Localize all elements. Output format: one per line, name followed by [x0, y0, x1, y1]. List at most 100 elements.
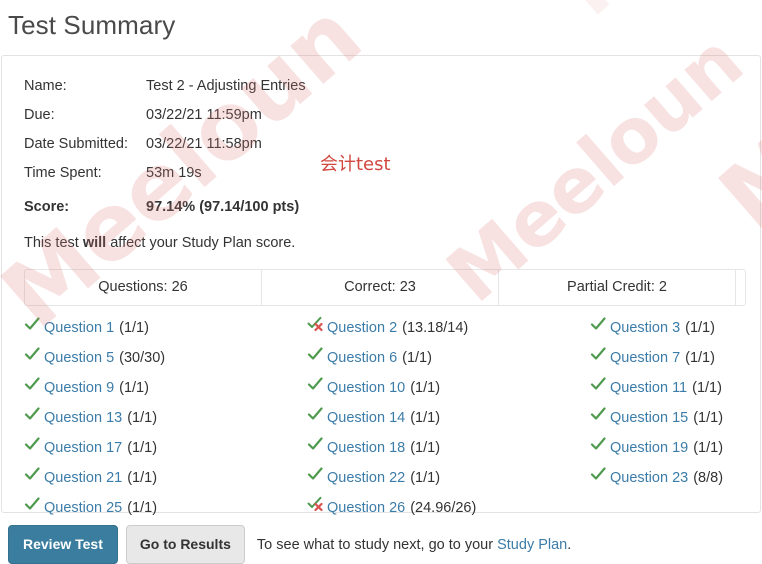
affect-prefix: This test: [24, 234, 83, 251]
question-column-3: Question 3 (1/1) Question 7 (1/1) Questi…: [590, 312, 746, 522]
question-link[interactable]: Question 19: [610, 440, 693, 456]
check-icon: [307, 437, 327, 452]
check-icon: [307, 347, 327, 362]
list-item: Question 18 (1/1): [307, 432, 590, 462]
question-link[interactable]: Question 10: [327, 380, 410, 396]
affect-suffix: affect your Study Plan score.: [106, 234, 296, 251]
summary-row-date-submitted: Date Submitted: 03/22/21 11:58pm: [24, 130, 306, 159]
check-icon: [24, 377, 44, 392]
partial-credit-icon: [307, 496, 327, 512]
check-icon: [307, 407, 327, 422]
stat-overflow: [736, 270, 745, 305]
question-link[interactable]: Question 2: [327, 320, 402, 336]
question-link[interactable]: Question 6: [327, 350, 402, 366]
question-link[interactable]: Question 3: [610, 320, 685, 336]
check-icon: [307, 377, 327, 392]
question-link[interactable]: Question 5: [44, 350, 119, 366]
footer-note: To see what to study next, go to your St…: [257, 537, 571, 553]
list-item: Question 1 (1/1): [24, 312, 307, 342]
summary-value: 03/22/21 11:58pm: [146, 136, 262, 153]
review-test-button[interactable]: Review Test: [8, 525, 118, 564]
list-item: Question 11 (1/1): [590, 372, 746, 402]
check-icon: [24, 407, 44, 422]
check-icon: [590, 407, 610, 422]
summary-row-score: Score: 97.14% (97.14/100 pts): [24, 189, 306, 222]
question-points: (1/1): [685, 349, 715, 366]
question-link[interactable]: Question 22: [327, 470, 410, 486]
question-points: (1/1): [127, 469, 158, 486]
question-points: (1/1): [402, 349, 432, 366]
check-icon: [307, 467, 327, 482]
question-link[interactable]: Question 15: [610, 410, 693, 426]
question-link[interactable]: Question 7: [610, 350, 685, 366]
summary-row-time-spent: Time Spent: 53m 19s: [24, 159, 306, 188]
page-title: Test Summary: [8, 10, 176, 40]
test-summary-page: Test Summary Name: Test 2 - Adjusting En…: [0, 0, 762, 564]
score-value: 97.14% (97.14/100 pts): [146, 198, 300, 215]
summary-value: 53m 19s: [146, 165, 202, 182]
check-icon: [590, 317, 610, 332]
question-points: (1/1): [685, 319, 715, 336]
list-item: Question 25 (1/1): [24, 492, 307, 522]
check-icon: [590, 377, 610, 392]
list-item: Question 21 (1/1): [24, 462, 307, 492]
check-icon: [24, 467, 44, 482]
partial-credit-icon: [307, 316, 327, 332]
question-points: (13.18/14): [402, 319, 469, 336]
summary-panel: Name: Test 2 - Adjusting Entries Due: 03…: [1, 55, 761, 516]
stat-questions: Questions: 26: [25, 269, 262, 305]
check-icon: [590, 467, 610, 482]
check-icon: [24, 497, 44, 512]
question-link[interactable]: Question 25: [44, 500, 127, 516]
question-points: (1/1): [693, 409, 724, 426]
question-link[interactable]: Question 26: [327, 500, 410, 516]
question-points: (30/30): [119, 349, 166, 366]
stat-partial-credit: Partial Credit: 2: [499, 269, 736, 305]
question-points: (24.96/26): [410, 499, 477, 516]
question-link[interactable]: Question 18: [327, 440, 410, 456]
check-icon: [24, 437, 44, 452]
question-points: (1/1): [410, 379, 441, 396]
go-to-results-button[interactable]: Go to Results: [125, 525, 245, 564]
list-item: Question 9 (1/1): [24, 372, 307, 402]
question-link[interactable]: Question 14: [327, 410, 410, 426]
stat-correct: Correct: 23: [262, 269, 499, 305]
question-points: (1/1): [410, 439, 441, 456]
summary-table: Name: Test 2 - Adjusting Entries Due: 03…: [24, 72, 306, 222]
list-item: Question 5 (30/30): [24, 342, 307, 372]
list-item: Question 15 (1/1): [590, 402, 746, 432]
list-item: Question 13 (1/1): [24, 402, 307, 432]
question-link[interactable]: Question 13: [44, 410, 127, 426]
question-points: (1/1): [119, 379, 149, 396]
question-points: (1/1): [127, 409, 158, 426]
footer-note-suffix: .: [567, 536, 572, 553]
list-item: Question 19 (1/1): [590, 432, 746, 462]
question-link[interactable]: Question 11: [610, 380, 692, 396]
summary-label: Time Spent:: [24, 165, 102, 182]
study-plan-link[interactable]: Study Plan: [497, 537, 567, 553]
question-link[interactable]: Question 9: [44, 380, 119, 396]
question-column-2: Question 2 (13.18/14) Question 6 (1/1) Q…: [307, 312, 590, 522]
question-points: (1/1): [410, 469, 441, 486]
check-icon: [24, 317, 44, 332]
list-item: Question 2 (13.18/14): [307, 312, 590, 342]
list-item: Question 26 (24.96/26): [307, 492, 590, 522]
question-link[interactable]: Question 21: [44, 470, 127, 486]
list-item: Question 10 (1/1): [307, 372, 590, 402]
question-link[interactable]: Question 17: [44, 440, 127, 456]
question-link[interactable]: Question 23: [610, 470, 693, 486]
list-item: Question 3 (1/1): [590, 312, 746, 342]
list-item: Question 23 (8/8): [590, 462, 746, 492]
summary-row-due: Due: 03/22/21 11:59pm: [24, 101, 306, 130]
check-icon: [590, 347, 610, 362]
list-item: Question 22 (1/1): [307, 462, 590, 492]
summary-row-name: Name: Test 2 - Adjusting Entries: [24, 72, 306, 101]
question-points: (1/1): [127, 499, 158, 516]
summary-label: Date Submitted:: [24, 136, 128, 153]
list-item: Question 6 (1/1): [307, 342, 590, 372]
question-link[interactable]: Question 1: [44, 320, 119, 336]
question-points: (8/8): [693, 469, 724, 486]
list-item: Question 7 (1/1): [590, 342, 746, 372]
question-points: (1/1): [692, 379, 722, 396]
score-label: Score:: [24, 198, 70, 215]
